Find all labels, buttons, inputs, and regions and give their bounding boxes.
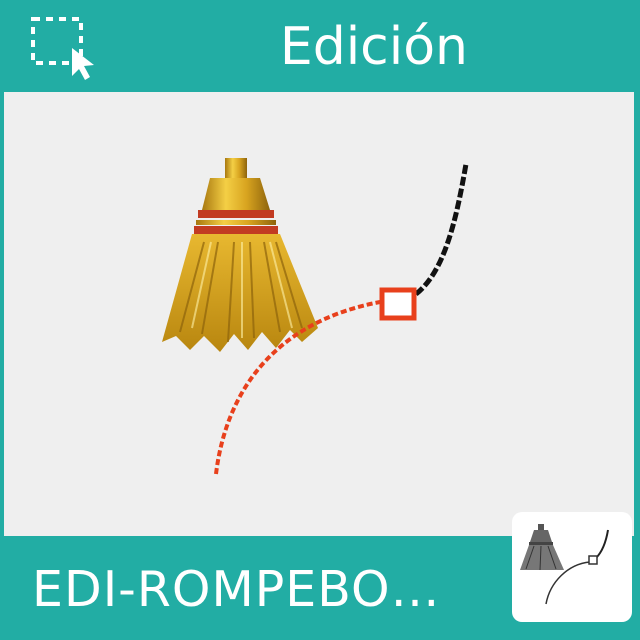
tile-illustration [162, 158, 469, 475]
broom-icon [162, 158, 318, 352]
edit-curve-black [414, 163, 469, 296]
tile-canvas [4, 92, 634, 536]
curve-node-handle [379, 287, 417, 321]
tile-header: Edición [0, 0, 640, 92]
tool-name-label: EDI-ROMPEBO… [32, 561, 441, 618]
tile-title: Edición [279, 17, 468, 77]
broom-curve-thumbnail-icon [512, 512, 632, 622]
tool-tile[interactable]: Edición EDI-ROMPEBO… [0, 0, 640, 640]
